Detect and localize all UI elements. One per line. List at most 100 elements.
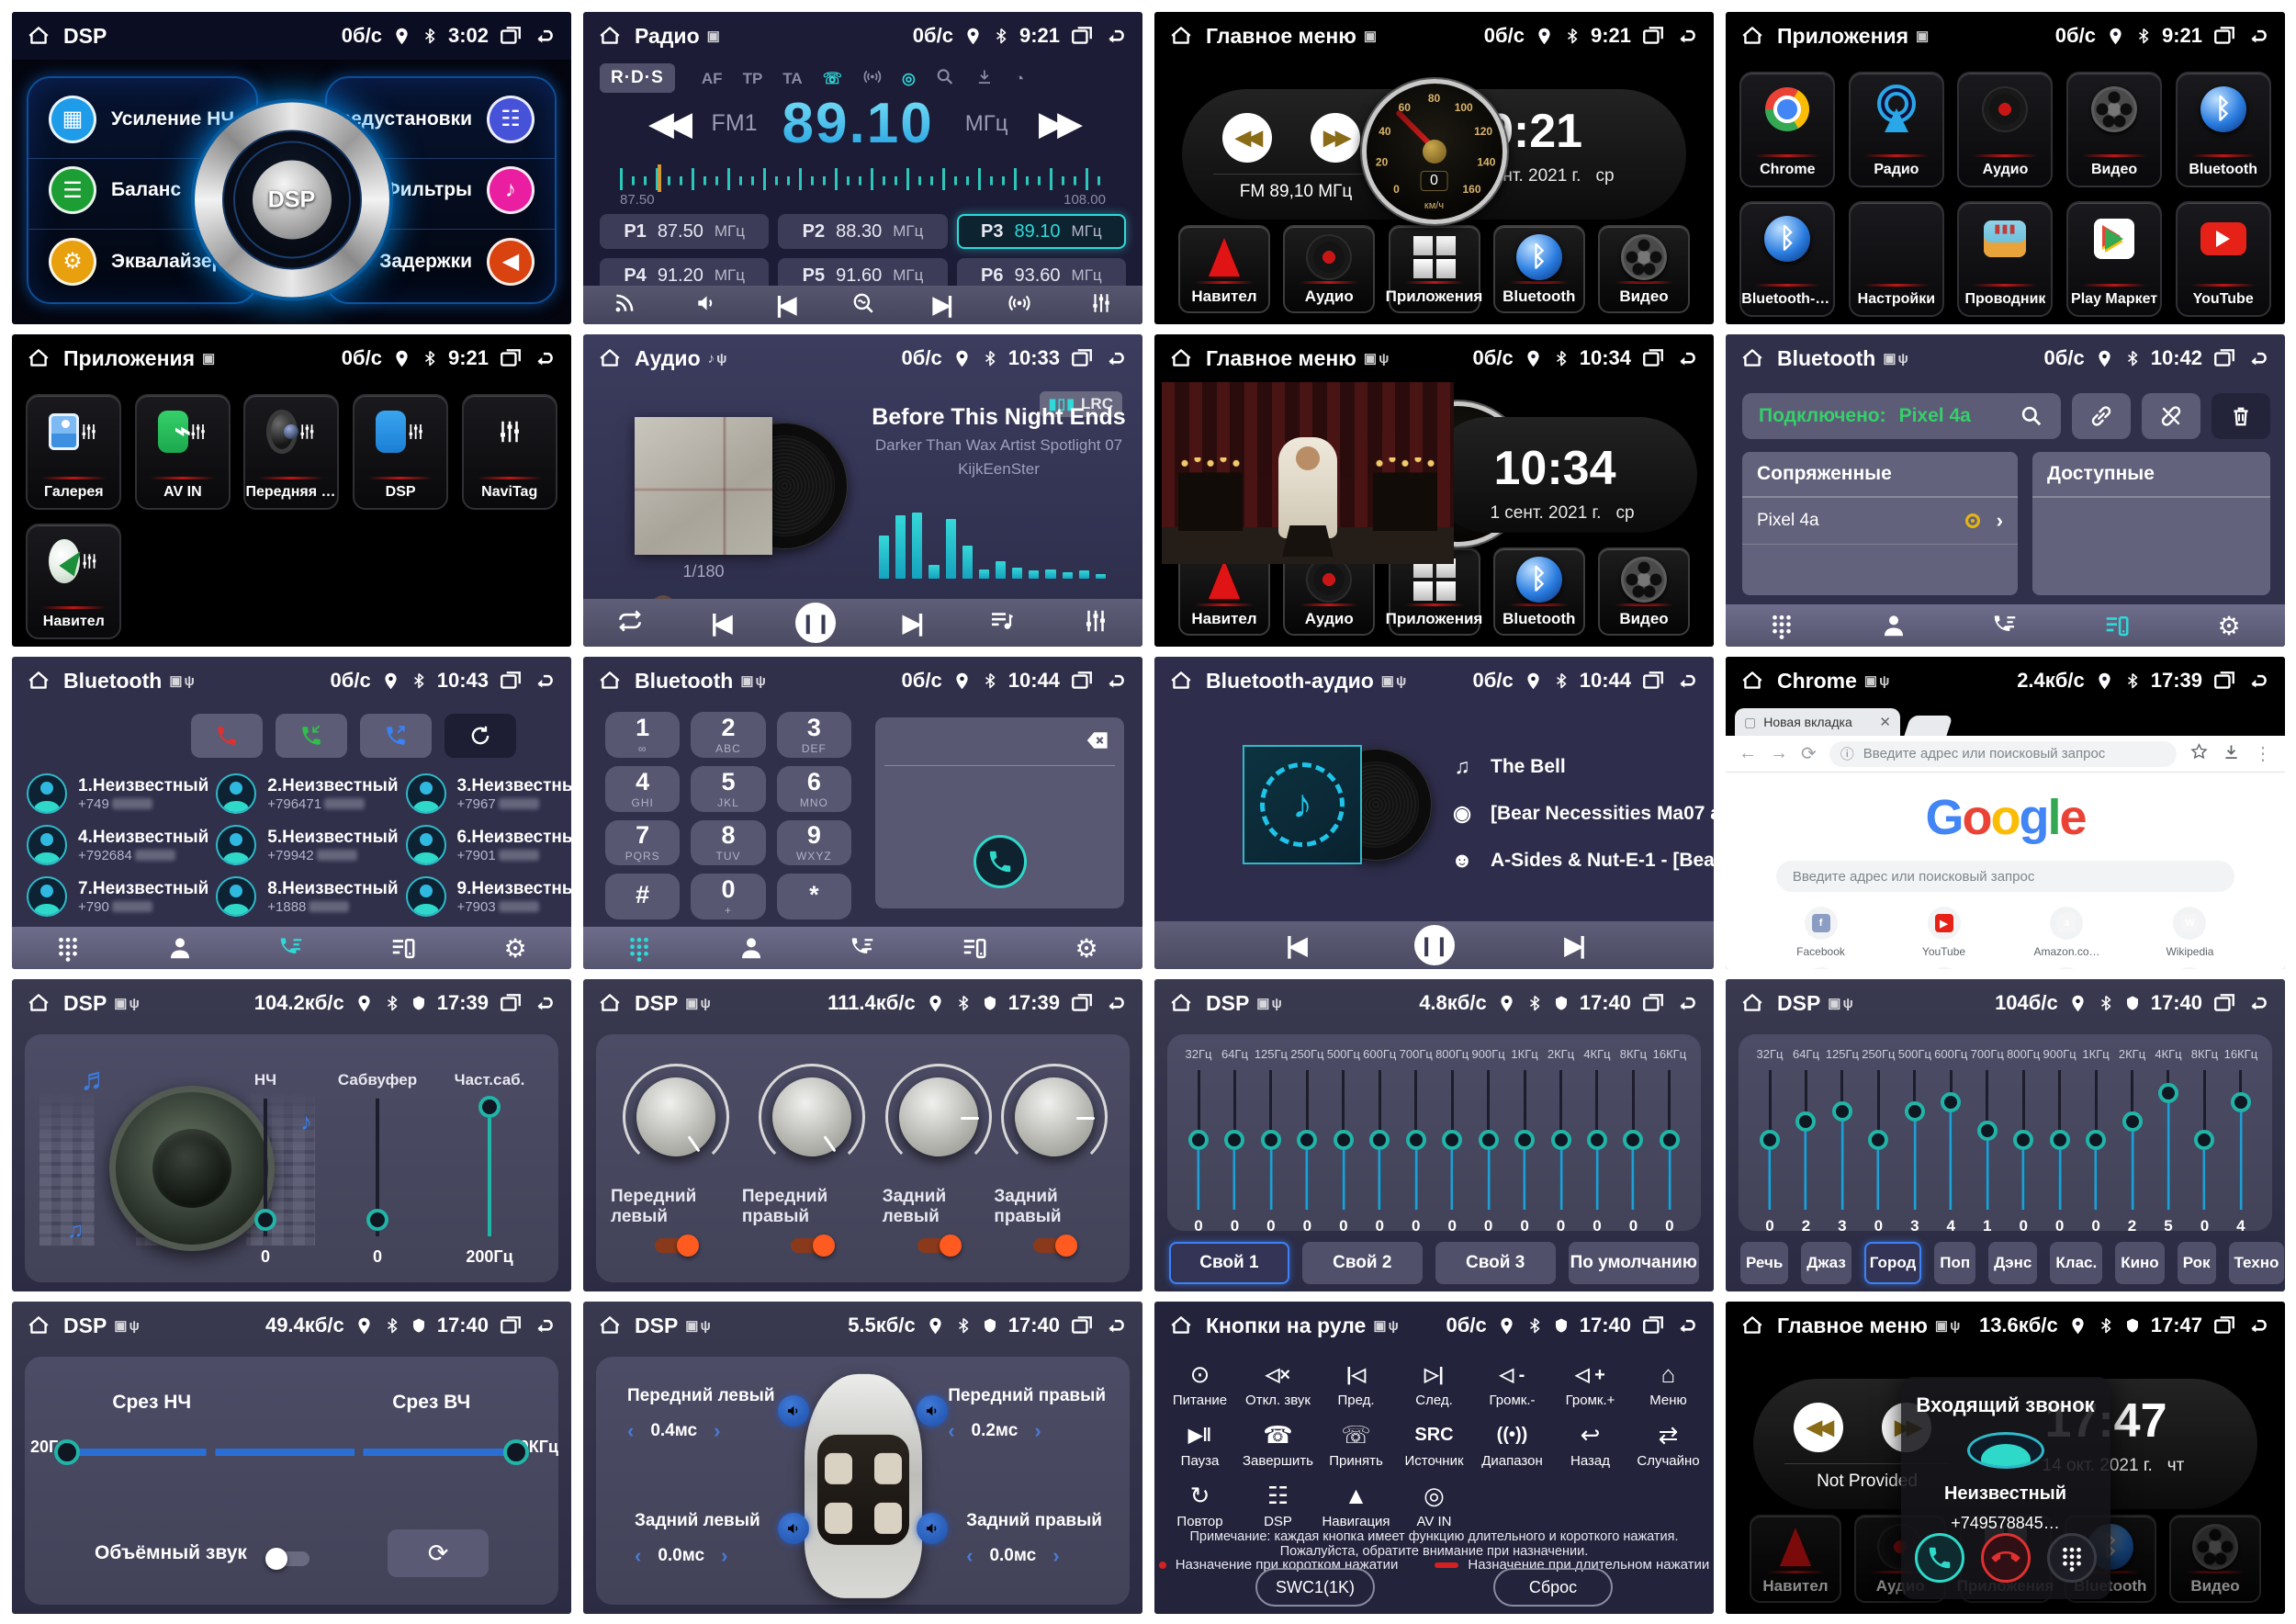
app-item[interactable]: Play Маркет (2066, 201, 2162, 317)
recents-icon[interactable] (1070, 24, 1094, 48)
eq-band[interactable]: 900Гц 0 (2043, 1047, 2077, 1235)
dock-app[interactable]: Видео (1598, 547, 1690, 636)
back-icon[interactable] (2246, 669, 2270, 693)
recents-icon[interactable] (499, 991, 523, 1015)
increase-button[interactable]: › (1034, 1419, 1041, 1443)
band-knob[interactable] (1551, 1130, 1571, 1150)
recents-icon[interactable] (1070, 991, 1094, 1015)
back-icon[interactable] (1104, 991, 1128, 1015)
missed-calls-button[interactable] (191, 714, 263, 758)
eq-band[interactable]: 4КГц 5 (2152, 1047, 2185, 1235)
swc-function[interactable]: ◁ + Громк.+ (1554, 1355, 1626, 1412)
genre-button[interactable]: Рок (2178, 1242, 2216, 1284)
eq-band[interactable]: 64Гц 0 (1218, 1047, 1251, 1235)
home-icon[interactable] (1169, 669, 1193, 693)
band-knob[interactable] (2194, 1130, 2214, 1150)
home-icon[interactable] (598, 991, 622, 1015)
bt-settings-tab[interactable]: ⚙ (1059, 930, 1114, 966)
eq-band[interactable]: 125Гц 0 (1255, 1047, 1288, 1235)
band-knob[interactable] (1479, 1130, 1499, 1150)
broadcast-icon[interactable] (1007, 291, 1031, 320)
swc-function[interactable]: ☷ DSP (1242, 1476, 1314, 1533)
eq-band[interactable]: 16КГц 4 (2224, 1047, 2257, 1235)
prev-icon[interactable]: |◀ (776, 291, 793, 319)
contacts-tab[interactable] (1866, 607, 1921, 644)
bt-settings-tab[interactable]: ⚙ (2201, 607, 2257, 644)
recents-icon[interactable] (2212, 346, 2236, 370)
scan-icon[interactable] (613, 291, 636, 320)
eq-icon[interactable] (1089, 291, 1113, 320)
slider-knob[interactable] (478, 1096, 501, 1118)
recents-icon[interactable] (499, 346, 523, 370)
recents-icon[interactable] (499, 24, 523, 48)
decrease-button[interactable]: ‹ (966, 1544, 973, 1568)
dock-app[interactable]: Навител (1750, 1515, 1841, 1603)
swc-function[interactable]: ◁ - Громк.- (1476, 1355, 1548, 1412)
recents-icon[interactable] (1070, 1314, 1094, 1337)
preset-button[interactable]: Свой 1 (1169, 1242, 1289, 1284)
home-icon[interactable] (1169, 991, 1193, 1015)
band-knob[interactable] (1406, 1130, 1426, 1150)
swc-function[interactable]: ▷| След. (1398, 1355, 1470, 1412)
preset-button[interactable]: P389.10МГц (957, 214, 1126, 249)
prev-track-button[interactable]: ◀◀ (1222, 113, 1272, 163)
recents-icon[interactable] (1641, 669, 1665, 693)
back-icon[interactable] (1675, 24, 1699, 48)
media-source[interactable]: FM 89,10 МГц (1213, 174, 1379, 202)
dial-key[interactable]: 5JKL (691, 766, 765, 812)
slider-knob[interactable] (366, 1209, 388, 1231)
genre-button[interactable]: Техно (2229, 1242, 2285, 1284)
app-item[interactable]: Видео (2066, 72, 2162, 187)
dock-app[interactable]: ᛒ Bluetooth (1493, 547, 1585, 636)
call-history-tab[interactable] (264, 930, 319, 966)
eq-band[interactable]: 900Гц 0 (1472, 1047, 1505, 1235)
band-knob[interactable] (1868, 1130, 1888, 1150)
eq-band[interactable]: 250Гц 0 (1862, 1047, 1895, 1235)
broadcast-icon[interactable] (862, 67, 882, 91)
app-item[interactable]: NaviTag (462, 394, 557, 510)
google-search-box[interactable]: Введите адрес или поисковый запрос (1776, 861, 2234, 892)
back-icon[interactable] (1675, 1314, 1699, 1337)
home-icon[interactable] (27, 346, 51, 370)
home-icon[interactable] (1740, 1314, 1764, 1337)
dial-key[interactable]: 8TUV (691, 820, 765, 866)
back-icon[interactable]: ← (1739, 743, 1757, 764)
contact-row[interactable]: 7.Неизвестный+790 (27, 872, 208, 921)
band-knob[interactable] (1795, 1111, 1816, 1132)
back-icon[interactable] (1675, 669, 1699, 693)
contact-row[interactable]: 5.Неизвестный+79942 (216, 820, 398, 870)
close-tab-icon[interactable]: ✕ (1879, 714, 1891, 730)
tuning-scale[interactable] (620, 168, 1106, 190)
recents-icon[interactable] (1641, 1314, 1665, 1337)
dock-app[interactable]: Аудио (1283, 225, 1375, 313)
home-icon[interactable] (27, 24, 51, 48)
band-knob[interactable] (1297, 1130, 1317, 1150)
back-icon[interactable] (1675, 346, 1699, 370)
genre-button[interactable]: Город (1864, 1242, 1922, 1284)
flag-af[interactable]: AF (702, 70, 723, 88)
home-icon[interactable] (27, 669, 51, 693)
back-icon[interactable] (1104, 1314, 1128, 1337)
next-track-button[interactable]: ▶▶ (1311, 113, 1360, 163)
new-tab-button[interactable] (1904, 716, 1953, 736)
swc-function[interactable]: ◎ AV IN (1398, 1476, 1470, 1533)
backspace-icon[interactable] (1084, 727, 1111, 759)
home-icon[interactable] (598, 24, 622, 48)
eq-band[interactable]: 1КГц 0 (2079, 1047, 2112, 1235)
swc-function[interactable]: |◁ Пред. (1320, 1355, 1392, 1412)
eq-band[interactable]: 1КГц 0 (1508, 1047, 1541, 1235)
swc-function[interactable]: ▲ Навигация (1320, 1476, 1392, 1533)
tuning-cursor[interactable] (658, 164, 661, 192)
shortcut-item[interactable]: a Amazon.co… (2006, 907, 2129, 958)
genre-button[interactable]: Поп (1934, 1242, 1975, 1284)
search-button[interactable] (2002, 393, 2061, 439)
home-icon[interactable] (1740, 346, 1764, 370)
decrease-button[interactable]: ‹ (635, 1544, 641, 1568)
eq-band[interactable]: 700Гц 0 (1400, 1047, 1433, 1235)
connect-button[interactable] (2072, 393, 2131, 439)
devices-tab[interactable] (2089, 607, 2144, 644)
dial-key[interactable]: * (777, 874, 851, 919)
home-icon[interactable] (1740, 669, 1764, 693)
band-knob[interactable] (2050, 1130, 2070, 1150)
call-button[interactable] (974, 835, 1027, 888)
